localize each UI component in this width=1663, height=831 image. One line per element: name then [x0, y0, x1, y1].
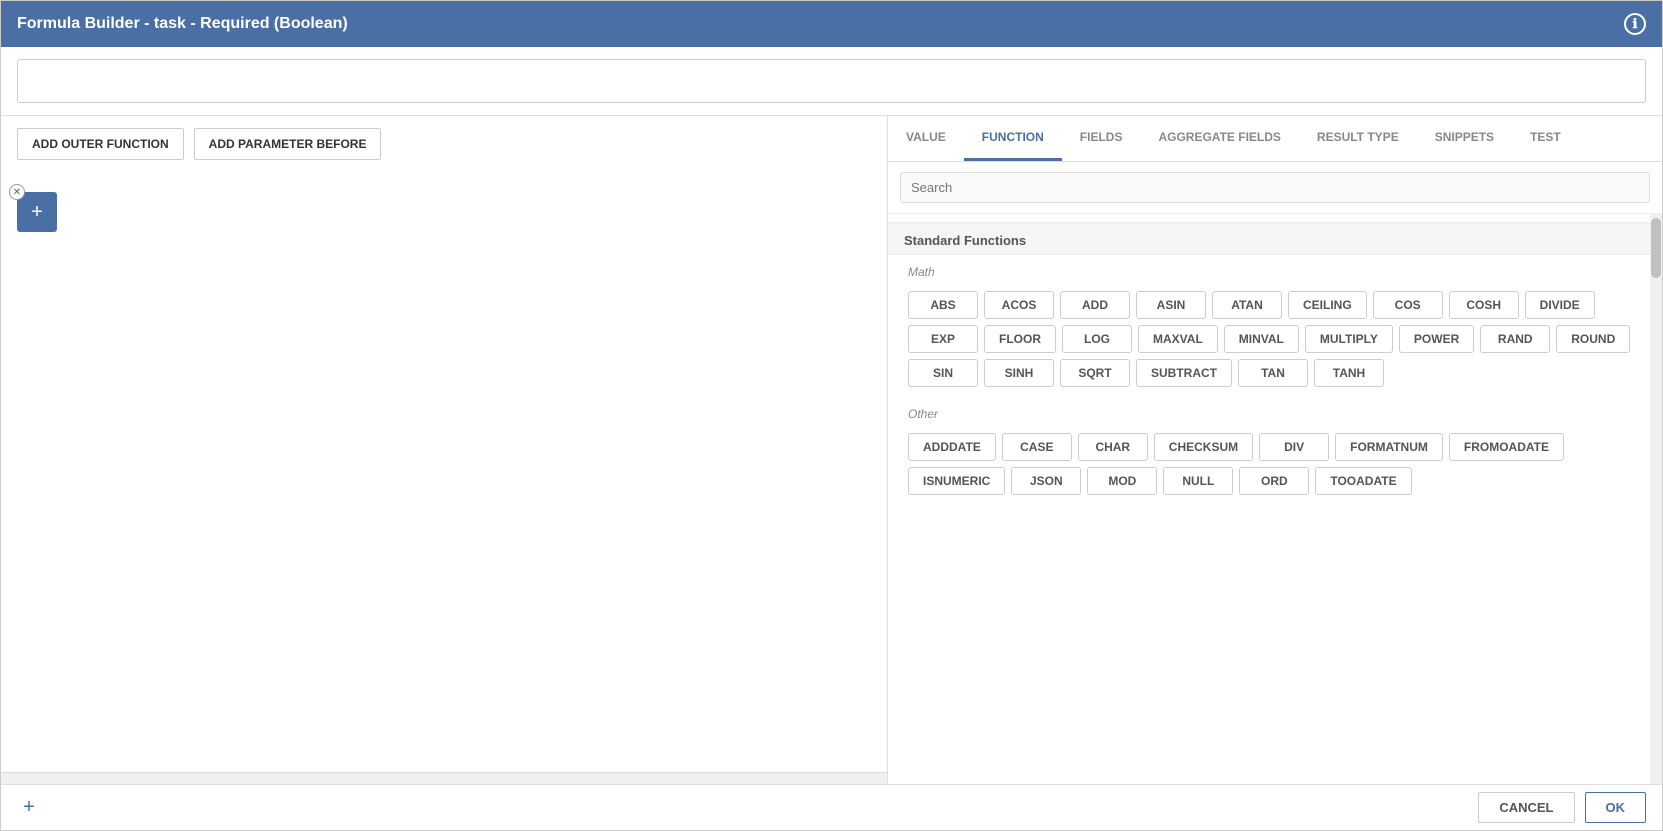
- tab-aggregate-fields[interactable]: AGGREGATE FIELDS: [1140, 116, 1298, 161]
- footer-right: CANCEL OK: [1478, 792, 1646, 823]
- func-sin[interactable]: SIN: [908, 359, 978, 387]
- tab-snippets[interactable]: SNIPPETS: [1417, 116, 1512, 161]
- func-tanh[interactable]: TANH: [1314, 359, 1384, 387]
- func-asin[interactable]: ASIN: [1136, 291, 1206, 319]
- func-cosh[interactable]: COSH: [1449, 291, 1519, 319]
- func-multiply[interactable]: MULTIPLY: [1305, 325, 1393, 353]
- func-null[interactable]: NULL: [1163, 467, 1233, 495]
- func-tooadate[interactable]: TOOADATE: [1315, 467, 1411, 495]
- func-atan[interactable]: ATAN: [1212, 291, 1282, 319]
- tab-test[interactable]: TEST: [1512, 116, 1579, 161]
- func-fromoadate[interactable]: FROMOADATE: [1449, 433, 1564, 461]
- search-input[interactable]: [900, 172, 1650, 203]
- func-cos[interactable]: COS: [1373, 291, 1443, 319]
- func-round[interactable]: ROUND: [1556, 325, 1630, 353]
- param-box-plus: +: [31, 201, 43, 224]
- formula-input[interactable]: [17, 59, 1646, 103]
- param-box[interactable]: ✕ +: [17, 192, 57, 232]
- formula-builder-window: Formula Builder - task - Required (Boole…: [0, 0, 1663, 831]
- main-content: ADD OUTER FUNCTION ADD PARAMETER BEFORE …: [1, 116, 1662, 784]
- func-sinh[interactable]: SINH: [984, 359, 1054, 387]
- formula-input-area: [1, 47, 1662, 116]
- func-abs[interactable]: ABS: [908, 291, 978, 319]
- tab-value[interactable]: VALUE: [888, 116, 964, 161]
- func-checksum[interactable]: CHECKSUM: [1154, 433, 1253, 461]
- left-panel: ADD OUTER FUNCTION ADD PARAMETER BEFORE …: [1, 116, 887, 784]
- tab-fields[interactable]: FIELDS: [1062, 116, 1141, 161]
- toolbar: ADD OUTER FUNCTION ADD PARAMETER BEFORE: [1, 116, 887, 172]
- func-minval[interactable]: MINVAL: [1224, 325, 1299, 353]
- func-char[interactable]: CHAR: [1078, 433, 1148, 461]
- standard-functions-header: Standard Functions: [888, 222, 1650, 255]
- func-rand[interactable]: RAND: [1480, 325, 1550, 353]
- tabs-bar: VALUE FUNCTION FIELDS AGGREGATE FIELDS R…: [888, 116, 1662, 162]
- footer-left: +: [17, 796, 41, 820]
- panel-scrollbar[interactable]: [1650, 214, 1662, 784]
- func-tan[interactable]: TAN: [1238, 359, 1308, 387]
- math-subsection-header: Math: [888, 255, 1650, 285]
- func-adddate[interactable]: ADDDATE: [908, 433, 996, 461]
- search-area: [888, 162, 1662, 214]
- right-panel: VALUE FUNCTION FIELDS AGGREGATE FIELDS R…: [887, 116, 1662, 784]
- footer: + CANCEL OK: [1, 784, 1662, 830]
- window-title: Formula Builder - task - Required (Boole…: [17, 15, 348, 33]
- other-functions-grid: ADDDATE CASE CHAR CHECKSUM DIV FORMATNUM…: [888, 427, 1650, 505]
- footer-add-button[interactable]: +: [17, 796, 41, 820]
- functions-list: Standard Functions Math ABS ACOS ADD ASI…: [888, 214, 1650, 784]
- func-floor[interactable]: FLOOR: [984, 325, 1056, 353]
- func-case[interactable]: CASE: [1002, 433, 1072, 461]
- add-parameter-before-button[interactable]: ADD PARAMETER BEFORE: [194, 128, 382, 160]
- ok-button[interactable]: OK: [1585, 792, 1647, 823]
- tab-function[interactable]: FUNCTION: [964, 116, 1062, 161]
- tab-result-type[interactable]: RESULT TYPE: [1299, 116, 1417, 161]
- info-icon[interactable]: ℹ: [1624, 13, 1646, 35]
- func-power[interactable]: POWER: [1399, 325, 1474, 353]
- func-divide[interactable]: DIVIDE: [1525, 291, 1595, 319]
- func-div[interactable]: DIV: [1259, 433, 1329, 461]
- formula-canvas: ✕ +: [1, 172, 887, 772]
- cancel-button[interactable]: CANCEL: [1478, 792, 1574, 823]
- func-json[interactable]: JSON: [1011, 467, 1081, 495]
- panel-scrollbar-thumb: [1651, 218, 1661, 278]
- func-ceiling[interactable]: CEILING: [1288, 291, 1367, 319]
- func-acos[interactable]: ACOS: [984, 291, 1054, 319]
- func-mod[interactable]: MOD: [1087, 467, 1157, 495]
- canvas-scrollbar[interactable]: [1, 772, 887, 784]
- func-exp[interactable]: EXP: [908, 325, 978, 353]
- add-outer-function-button[interactable]: ADD OUTER FUNCTION: [17, 128, 184, 160]
- func-log[interactable]: LOG: [1062, 325, 1132, 353]
- math-functions-grid: ABS ACOS ADD ASIN ATAN CEILING COS COSH …: [888, 285, 1650, 397]
- func-subtract[interactable]: SUBTRACT: [1136, 359, 1232, 387]
- func-formatnum[interactable]: FORMATNUM: [1335, 433, 1443, 461]
- panel-scroll-wrapper: Standard Functions Math ABS ACOS ADD ASI…: [888, 214, 1662, 784]
- func-maxval[interactable]: MAXVAL: [1138, 325, 1218, 353]
- func-add[interactable]: ADD: [1060, 291, 1130, 319]
- panel-content: Standard Functions Math ABS ACOS ADD ASI…: [888, 162, 1662, 784]
- func-ord[interactable]: ORD: [1239, 467, 1309, 495]
- param-box-close-icon[interactable]: ✕: [9, 184, 25, 200]
- func-isnumeric[interactable]: ISNUMERIC: [908, 467, 1005, 495]
- func-sqrt[interactable]: SQRT: [1060, 359, 1130, 387]
- other-subsection-header: Other: [888, 397, 1650, 427]
- title-bar: Formula Builder - task - Required (Boole…: [1, 1, 1662, 47]
